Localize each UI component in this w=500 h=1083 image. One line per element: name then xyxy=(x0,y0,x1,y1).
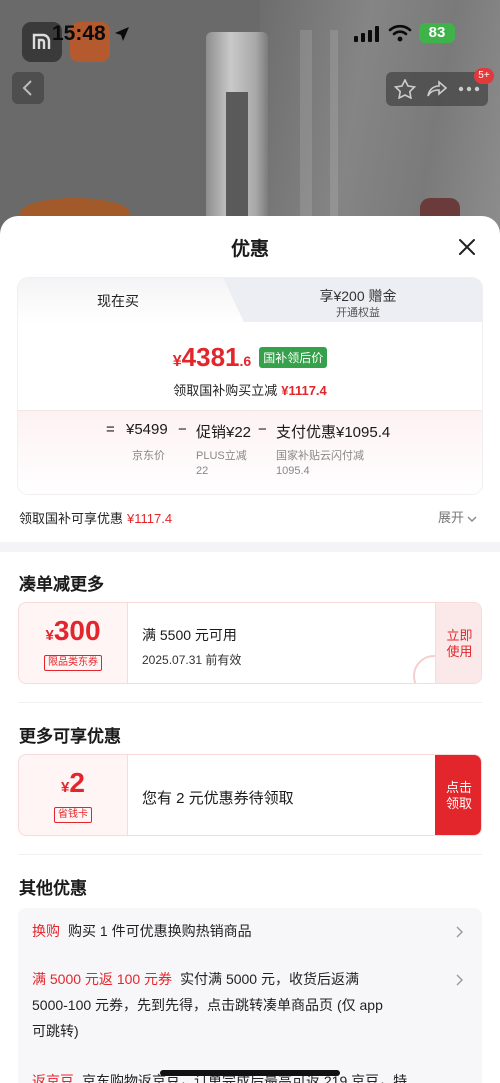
section-title-combine: 凑单减更多 xyxy=(19,575,104,594)
coupon-type-tag: 限品类东券 xyxy=(44,655,102,671)
coupon-value-block: ¥2 省钱卡 xyxy=(19,755,127,835)
cellular-signal-icon xyxy=(354,26,379,42)
section-divider xyxy=(0,542,500,552)
jd-price-label: 京东价 xyxy=(132,450,165,462)
section-title-more: 更多可享优惠 xyxy=(19,727,121,746)
status-time: 15:48 xyxy=(52,22,106,45)
price-decimal: .6 xyxy=(239,353,252,369)
claim-subsidy-amount: ¥1117.4 xyxy=(127,511,173,526)
coupon-currency: ¥ xyxy=(45,627,54,644)
chevron-right-icon xyxy=(456,974,463,986)
wifi-icon xyxy=(388,24,412,42)
claim-subsidy-row: 领取国补可享优惠 ¥1117.4 xyxy=(19,508,172,527)
offer-text-line3: 可跳转) xyxy=(32,1023,79,1039)
price-currency: ¥ xyxy=(172,353,182,370)
claim-coupon-button[interactable]: 点击 领取 xyxy=(435,755,481,835)
offer-text-line2: 5000-100 元券，先到先得，点击跳转凑单商品页 (仅 app xyxy=(32,997,383,1013)
other-offers-list: 换购 购买 1 件可优惠换购热销商品 满 5000 元返 100 元券 实付满 50… xyxy=(18,908,482,1083)
coupon-card-combine: ¥300 限品类东券 满 5500 元可用 2025.07.31 前有效 立即 … xyxy=(18,602,482,684)
offer-highlight: 返京豆 xyxy=(32,1073,74,1083)
section-title-other: 其他优惠 xyxy=(19,879,87,898)
offer-text: 购买 1 件可优惠换购热销商品 xyxy=(68,923,252,939)
coupon-value: 300 xyxy=(53,615,101,646)
coupon-type-tag: 省钱卡 xyxy=(54,807,92,823)
equals-sign: = xyxy=(106,421,115,438)
chevron-left-icon xyxy=(22,80,32,96)
minus-sign: − xyxy=(178,421,187,438)
separator xyxy=(18,702,482,703)
offer-highlight: 换购 xyxy=(32,923,60,939)
final-price: ¥4381.6 国补领后价 xyxy=(18,342,482,373)
payment-sub-value: 1095.4 xyxy=(276,465,310,477)
claim-coupon-label: 点击 领取 xyxy=(445,780,472,811)
price-breakdown: = ¥5499 − 促销¥22 − 支付优惠¥1095.4 京东价 PLUS立减… xyxy=(18,410,482,494)
discount-sheet: 优惠 现在买 享¥200 赠金 开通权益 ¥4381.6 国补领后价 领取国补购买… xyxy=(0,216,500,1083)
minus-sign: − xyxy=(258,421,267,438)
coupon-pending-text: 您有 2 元优惠券待领取 xyxy=(142,790,294,807)
coupon-value: 2 xyxy=(69,767,85,798)
price-card: 现在买 享¥200 赠金 开通权益 ¥4381.6 国补领后价 领取国补购买立减 ¥… xyxy=(18,278,482,494)
expand-label: 展开 xyxy=(438,510,465,525)
battery-indicator: 83 xyxy=(419,23,455,43)
tab-buy-now[interactable]: 现在买 xyxy=(18,278,218,324)
expand-button[interactable]: 展开 xyxy=(438,507,477,526)
jd-price: ¥5499 xyxy=(126,421,168,438)
subsidy-price-tag: 国补领后价 xyxy=(259,347,328,368)
subsidy-line: 领取国补购买立减 ¥1117.4 xyxy=(18,380,482,399)
tab-plus-benefit[interactable]: 享¥200 赠金 xyxy=(234,286,482,306)
more-icon[interactable] xyxy=(458,86,480,92)
coupon-info: 您有 2 元优惠券待领取 xyxy=(127,755,437,835)
share-icon[interactable] xyxy=(426,79,448,99)
use-now-label: 立即 使用 xyxy=(446,628,473,659)
offer-item-trade-in[interactable]: 换购 购买 1 件可优惠换购热销商品 xyxy=(32,918,452,944)
top-actions xyxy=(386,72,488,106)
subsidy-line-text: 领取国补购买立减 xyxy=(173,383,278,398)
use-now-button[interactable]: 立即 使用 xyxy=(435,603,481,683)
claim-subsidy-text: 领取国补可享优惠 xyxy=(19,511,124,526)
tab-plus-benefit-sub[interactable]: 开通权益 xyxy=(234,304,482,320)
close-icon[interactable] xyxy=(456,236,478,258)
promo-sub-label: PLUS立减 xyxy=(196,450,247,462)
star-icon[interactable] xyxy=(394,79,416,99)
chevron-right-icon xyxy=(456,926,463,938)
coupon-value-block: ¥300 限品类东券 xyxy=(19,603,127,683)
location-arrow-icon xyxy=(115,27,129,41)
home-indicator xyxy=(160,1070,340,1076)
message-badge: 5+ xyxy=(474,68,494,84)
status-bar: 15:48 83 xyxy=(0,0,500,66)
subsidy-line-amount: ¥1117.4 xyxy=(281,383,327,398)
payment-sub-label: 国家补贴云闪付减 xyxy=(276,450,364,462)
promo-discount: 促销¥22 xyxy=(196,424,252,441)
offer-highlight: 满 5000 元返 100 元券 xyxy=(32,971,173,987)
offer-text: 实付满 5000 元，收货后返满 xyxy=(180,971,359,987)
separator xyxy=(18,854,482,855)
price-integer: 4381 xyxy=(181,342,240,372)
chevron-down-icon xyxy=(467,516,477,522)
coupon-expiry: 2025.07.31 前有效 xyxy=(142,653,242,667)
coupon-info: 满 5500 元可用 2025.07.31 前有效 xyxy=(127,603,437,683)
payment-discount: 支付优惠¥1095.4 xyxy=(276,424,391,441)
coupon-card-more: ¥2 省钱卡 您有 2 元优惠券待领取 点击 领取 xyxy=(18,754,482,836)
coupon-condition: 满 5500 元可用 xyxy=(142,627,237,643)
offer-item-coupon-return[interactable]: 满 5000 元返 100 元券 实付满 5000 元，收货后返满 5000-10… xyxy=(32,966,452,1044)
promo-sub-value: 22 xyxy=(196,465,209,477)
sheet-title: 优惠 xyxy=(230,239,269,260)
back-button[interactable] xyxy=(12,72,44,104)
